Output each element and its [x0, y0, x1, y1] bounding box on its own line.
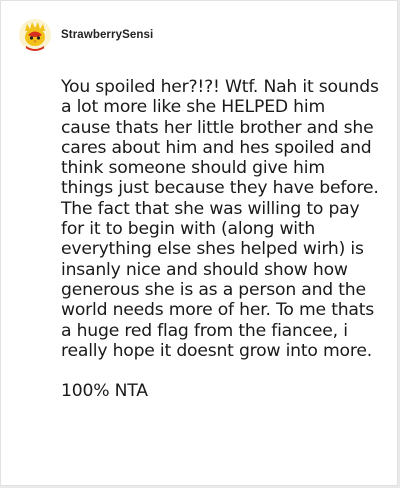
comment-card: StrawberrySensi You spoiled her?!?! Wtf.… [0, 0, 398, 486]
strawberry-chick-icon [19, 19, 51, 51]
author-username[interactable]: StrawberrySensi [61, 29, 153, 41]
comment-text: You spoiled her?!?! Wtf. Nah it sounds a… [61, 77, 379, 401]
avatar[interactable] [19, 19, 51, 51]
comment-verdict: 100% NTA [61, 381, 148, 402]
comment-header: StrawberrySensi [19, 15, 153, 55]
comment-paragraph: You spoiled her?!?! Wtf. Nah it sounds a… [61, 77, 379, 361]
